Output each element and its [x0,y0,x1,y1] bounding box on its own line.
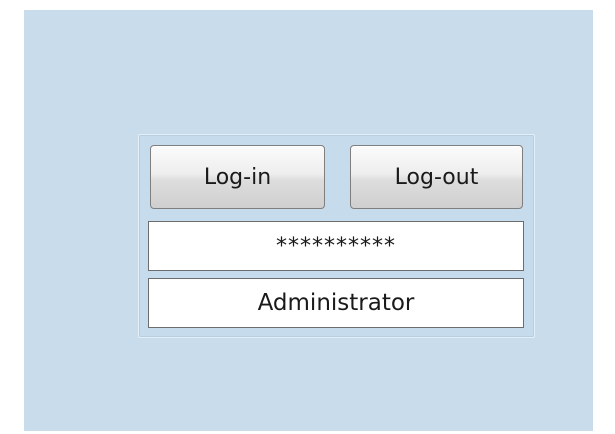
login-panel: Log-in Log-out ********** Administrator [138,134,535,338]
login-button[interactable]: Log-in [150,145,325,209]
password-field[interactable]: ********** [148,221,524,271]
logout-button[interactable]: Log-out [350,145,523,209]
form-background: Log-in Log-out ********** Administrator [24,10,593,431]
user-field[interactable]: Administrator [148,278,524,328]
